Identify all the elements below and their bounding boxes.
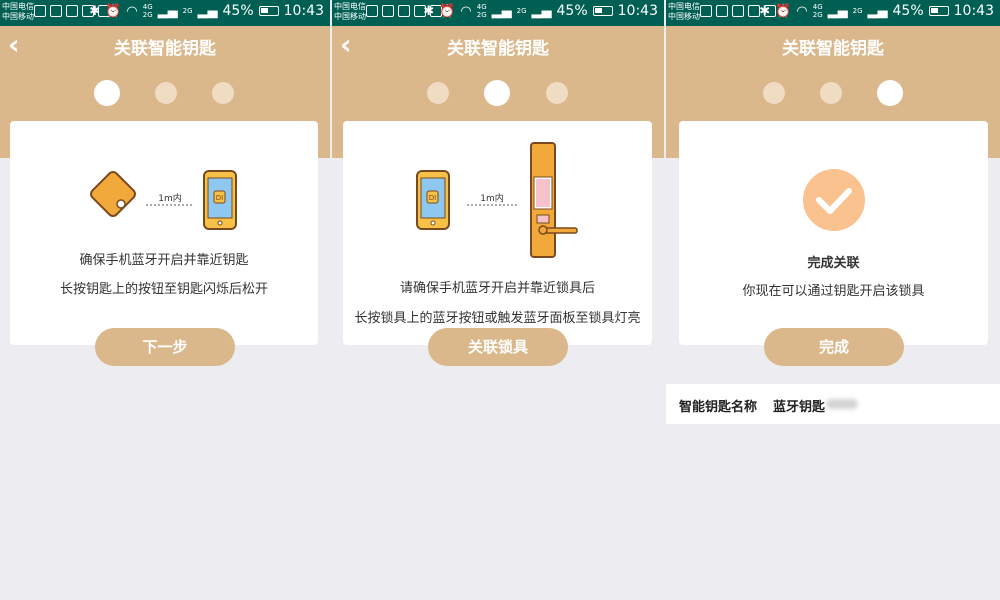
step-dot-1: [94, 80, 120, 106]
instruction-line-2: 长按锁具上的蓝牙按钮或触发蓝牙面板至锁具灯亮: [354, 311, 641, 326]
screen-step-2: 中国电信 中国移动 ✱ ⏰ ◠ 4G 2G ▂▄ 2G ▂▄ 45% 10:43 …: [332, 0, 664, 600]
status-bar: 中国电信 中国移动 ✱ ⏰ ◠ 4G 2G ▂▄ 2G ▂▄ 45% 10:43: [0, 0, 330, 26]
success-card: 完成关联 你现在可以通过钥匙开启该锁具: [679, 121, 988, 345]
step-indicator: [332, 80, 664, 106]
pairing-illustration: 1m内 DI: [90, 170, 237, 230]
door-lock-icon: [530, 142, 578, 258]
page-title: 关联智能钥匙: [114, 39, 216, 59]
page-title: 关联智能钥匙: [782, 39, 884, 59]
signal-icon: ▂▄: [157, 3, 178, 19]
distance-label: 1m内: [158, 192, 182, 204]
battery-percent: 45%: [556, 3, 588, 19]
battery-icon: [258, 6, 279, 16]
network-type-2: 2G: [852, 7, 863, 15]
status-indicators: ✱ ⏰ ◠ 4G 2G ▂▄ 2G ▂▄ 45% 10:43: [89, 3, 324, 19]
signal-icon-2: ▂▄: [867, 3, 888, 19]
key-fob-icon: [90, 171, 136, 217]
step-dot-3: [212, 82, 234, 104]
step-dot-1: [763, 82, 785, 104]
redacted-text: [826, 399, 858, 409]
battery-icon: [928, 6, 949, 16]
signal-icon-2: ▂▄: [197, 3, 218, 19]
battery-percent: 45%: [892, 3, 924, 19]
clock: 10:43: [953, 3, 994, 19]
step-indicator: [666, 80, 1000, 106]
network-type: 4G 2G: [142, 3, 153, 19]
battery-icon: [592, 6, 613, 16]
signal-icon-2: ▂▄: [531, 3, 552, 19]
key-name-label: 智能钥匙名称: [679, 400, 758, 415]
clock: 10:43: [283, 3, 324, 19]
instruction-line-2: 长按钥匙上的按钮至钥匙闪烁后松开: [59, 282, 268, 297]
carrier-label: 中国电信 中国移动: [2, 2, 34, 21]
done-button[interactable]: 完成: [764, 328, 904, 366]
signal-icon: ▂▄: [491, 3, 512, 19]
battery-percent: 45%: [222, 3, 254, 19]
instruction-line-1: 确保手机蓝牙开启并靠近钥匙: [79, 253, 249, 268]
alarm-icon: ⏰: [439, 3, 456, 19]
status-bar: 中国电信 中国移动 ✱ ⏰ ◠ 4G 2G ▂▄ 2G ▂▄ 45% 10:43: [666, 0, 1000, 26]
network-type: 4G 2G: [476, 3, 487, 19]
step-dot-3: [877, 80, 903, 106]
status-indicators: ✱ ⏰ ◠ 4G 2G ▂▄ 2G ▂▄ 45% 10:43: [423, 3, 658, 19]
phone-label: DI: [216, 194, 223, 202]
wifi-icon: ◠: [126, 3, 138, 19]
bluetooth-icon: ✱: [759, 3, 771, 19]
step-dot-2: [484, 80, 510, 106]
key-name-row[interactable]: 智能钥匙名称 蓝牙钥匙: [666, 384, 1000, 424]
wifi-icon: ◠: [460, 3, 472, 19]
phone-icon: DI: [203, 170, 237, 230]
phone-label: DI: [429, 194, 436, 202]
status-indicators: ✱ ⏰ ◠ 4G 2G ▂▄ 2G ▂▄ 45% 10:43: [759, 3, 994, 19]
status-bar: 中国电信 中国移动 ✱ ⏰ ◠ 4G 2G ▂▄ 2G ▂▄ 45% 10:43: [332, 0, 664, 26]
screen-step-1: 中国电信 中国移动 ✱ ⏰ ◠ 4G 2G ▂▄ 2G ▂▄ 45% 10:43 …: [0, 0, 330, 600]
instruction-card: 1m内 DI 确保手机蓝牙开启并靠近钥匙 长按钥匙上的按钮至钥匙闪烁后松开: [10, 121, 318, 345]
alarm-icon: ⏰: [105, 3, 122, 19]
instruction-line-1: 请确保手机蓝牙开启并靠近锁具后: [399, 281, 595, 296]
screen-strip: 中国电信 中国移动 ✱ ⏰ ◠ 4G 2G ▂▄ 2G ▂▄ 45% 10:43 …: [0, 0, 1000, 600]
success-message: 你现在可以通过钥匙开启该锁具: [742, 284, 925, 299]
key-name-value: 蓝牙钥匙: [773, 400, 826, 415]
phone-icon: DI: [416, 170, 450, 230]
instruction-card: DI 1m内 请确保手机蓝牙开启并靠近锁具后 长按锁具上的蓝牙按钮或触发蓝牙面板…: [343, 121, 652, 345]
step-indicator: [0, 80, 330, 106]
check-circle-icon: [803, 169, 865, 231]
page-title: 关联智能钥匙: [447, 39, 549, 59]
screen-step-3: 中国电信 中国移动 ✱ ⏰ ◠ 4G 2G ▂▄ 2G ▂▄ 45% 10:43 …: [666, 0, 1000, 600]
bluetooth-icon: ✱: [89, 3, 101, 19]
step-dot-2: [155, 82, 177, 104]
carrier-label: 中国电信 中国移动: [334, 2, 366, 21]
alarm-icon: ⏰: [775, 3, 792, 19]
network-type-2: 2G: [516, 7, 527, 15]
step-dot-2: [820, 82, 842, 104]
step-dot-1: [427, 82, 449, 104]
carrier-label: 中国电信 中国移动: [668, 2, 700, 21]
bluetooth-icon: ✱: [423, 3, 435, 19]
pair-lock-button[interactable]: 关联锁具: [428, 328, 568, 366]
step-dot-3: [546, 82, 568, 104]
distance-label: 1m内: [480, 192, 504, 204]
wifi-icon: ◠: [796, 3, 808, 19]
next-step-button[interactable]: 下一步: [95, 328, 235, 366]
success-title: 完成关联: [807, 256, 860, 271]
clock: 10:43: [617, 3, 658, 19]
signal-icon: ▂▄: [827, 3, 848, 19]
network-type: 4G 2G: [812, 3, 823, 19]
network-type-2: 2G: [182, 7, 193, 15]
